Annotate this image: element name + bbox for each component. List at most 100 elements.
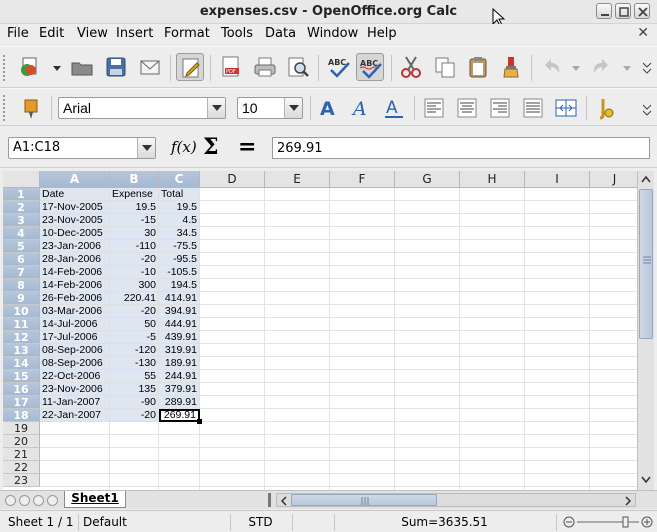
zoom-slider[interactable]	[556, 514, 656, 531]
cell-b15[interactable]: 55	[110, 370, 159, 383]
spellcheck-icon[interactable]: ABC	[325, 53, 353, 81]
align-left-icon[interactable]	[420, 94, 448, 122]
vertical-scrollbar[interactable]	[637, 171, 654, 490]
cell-c2[interactable]: 19.5	[159, 201, 200, 214]
cell-b3[interactable]: -15	[110, 214, 159, 227]
undo-dropdown-arrow-icon[interactable]	[572, 66, 580, 72]
cell-b12[interactable]: -5	[110, 331, 159, 344]
row-header-6[interactable]: 6	[3, 253, 40, 266]
column-header-d[interactable]: D	[200, 171, 265, 188]
column-header-a[interactable]: A	[40, 171, 110, 188]
sheet-tab-sheet1[interactable]: Sheet1	[64, 491, 126, 508]
toolbar-overflow-icon[interactable]	[642, 61, 652, 75]
cell-b5[interactable]: -110	[110, 240, 159, 253]
font-name-dropdown-button[interactable]	[207, 98, 225, 118]
cell-c16[interactable]: 379.91	[159, 383, 200, 396]
tab-splitter[interactable]	[268, 493, 271, 507]
column-header-g[interactable]: G	[395, 171, 460, 188]
cell-c17[interactable]: 289.91	[159, 396, 200, 409]
autospellcheck-icon[interactable]: ABC	[356, 53, 384, 81]
cell-b14[interactable]: -130	[110, 357, 159, 370]
align-right-icon[interactable]	[486, 94, 514, 122]
cell-b16[interactable]: 135	[110, 383, 159, 396]
cell-c5[interactable]: -75.5	[159, 240, 200, 253]
cell-c7[interactable]: -105.5	[159, 266, 200, 279]
cell-c15[interactable]: 244.91	[159, 370, 200, 383]
cell-b1[interactable]: Expense	[110, 188, 159, 201]
copy-icon[interactable]	[431, 53, 459, 81]
cell-a1[interactable]: Date	[40, 188, 110, 201]
row-header-8[interactable]: 8	[3, 279, 40, 292]
menu-edit[interactable]: Edit	[39, 26, 64, 41]
first-sheet-button[interactable]	[5, 495, 16, 506]
cell-c1[interactable]: Total	[159, 188, 200, 201]
font-name-combobox[interactable]: Arial	[58, 97, 226, 119]
cell-c9[interactable]: 414.91	[159, 292, 200, 305]
sum-icon[interactable]: Σ	[203, 134, 219, 160]
function-equals-icon[interactable]: =	[238, 134, 256, 160]
row-header-5[interactable]: 5	[3, 240, 40, 253]
menu-window[interactable]: Window	[307, 26, 358, 41]
email-icon[interactable]	[136, 53, 164, 81]
underline-icon[interactable]: A	[380, 94, 408, 122]
page-preview-icon[interactable]	[284, 53, 312, 81]
cell-a3[interactable]: 23-Nov-2005	[40, 214, 110, 227]
cell-a6[interactable]: 28-Jan-2006	[40, 253, 110, 266]
cell-a7[interactable]: 14-Feb-2006	[40, 266, 110, 279]
cell-b18[interactable]: -20	[110, 409, 159, 422]
vertical-scroll-thumb[interactable]	[639, 189, 653, 339]
column-header-b[interactable]: B	[110, 171, 159, 188]
cell-c3[interactable]: 4.5	[159, 214, 200, 227]
cell-a4[interactable]: 10-Dec-2005	[40, 227, 110, 240]
menu-file[interactable]: File	[7, 26, 29, 41]
new-dropdown-arrow-icon[interactable]	[53, 66, 61, 72]
cell-c12[interactable]: 439.91	[159, 331, 200, 344]
cell-a16[interactable]: 23-Nov-2006	[40, 383, 110, 396]
last-sheet-button[interactable]	[47, 495, 58, 506]
cell-a10[interactable]: 03-Mar-2006	[40, 305, 110, 318]
row-header-1[interactable]: 1	[3, 188, 40, 201]
bold-icon[interactable]: A	[314, 94, 342, 122]
save-icon[interactable]	[102, 53, 130, 81]
cell-a15[interactable]: 22-Oct-2006	[40, 370, 110, 383]
column-header-h[interactable]: H	[460, 171, 525, 188]
cell-a9[interactable]: 26-Feb-2006	[40, 292, 110, 305]
cell-a12[interactable]: 17-Jul-2006	[40, 331, 110, 344]
close-document-icon[interactable]: ✕	[637, 25, 649, 41]
cut-icon[interactable]	[397, 53, 425, 81]
row-header-4[interactable]: 4	[3, 227, 40, 240]
formula-input[interactable]: 269.91	[272, 137, 650, 159]
cell-a11[interactable]: 14-Jul-2006	[40, 318, 110, 331]
row-header-20[interactable]: 20	[3, 435, 40, 448]
cell-a13[interactable]: 08-Sep-2006	[40, 344, 110, 357]
undo-icon[interactable]	[537, 53, 565, 81]
row-header-9[interactable]: 9	[3, 292, 40, 305]
number-format-currency-icon[interactable]	[592, 94, 620, 122]
scroll-down-icon[interactable]	[641, 476, 651, 484]
select-all-corner[interactable]	[3, 171, 40, 188]
menu-data[interactable]: Data	[265, 26, 296, 41]
scroll-left-icon[interactable]	[280, 496, 288, 506]
row-header-17[interactable]: 17	[3, 396, 40, 409]
menu-insert[interactable]: Insert	[116, 26, 153, 41]
active-cell[interactable]: 269.91	[159, 409, 200, 422]
row-header-2[interactable]: 2	[3, 201, 40, 214]
row-header-19[interactable]: 19	[3, 422, 40, 435]
cell-a5[interactable]: 23-Jan-2006	[40, 240, 110, 253]
cell-a18[interactable]: 22-Jan-2007	[40, 409, 110, 422]
minimize-button[interactable]	[596, 3, 612, 19]
cell-a8[interactable]: 14-Feb-2006	[40, 279, 110, 292]
clone-formatting-icon[interactable]	[497, 53, 525, 81]
open-icon[interactable]	[68, 53, 96, 81]
print-icon[interactable]	[251, 53, 279, 81]
row-header-10[interactable]: 10	[3, 305, 40, 318]
cell-b10[interactable]: -20	[110, 305, 159, 318]
row-header-18[interactable]: 18	[3, 409, 40, 422]
cell-c11[interactable]: 444.91	[159, 318, 200, 331]
name-box[interactable]: A1:C18	[8, 137, 156, 159]
cell-b13[interactable]: -120	[110, 344, 159, 357]
toolbar-grip[interactable]	[3, 95, 6, 121]
row-header-11[interactable]: 11	[3, 318, 40, 331]
paste-icon[interactable]	[464, 53, 492, 81]
previous-sheet-button[interactable]	[19, 495, 30, 506]
